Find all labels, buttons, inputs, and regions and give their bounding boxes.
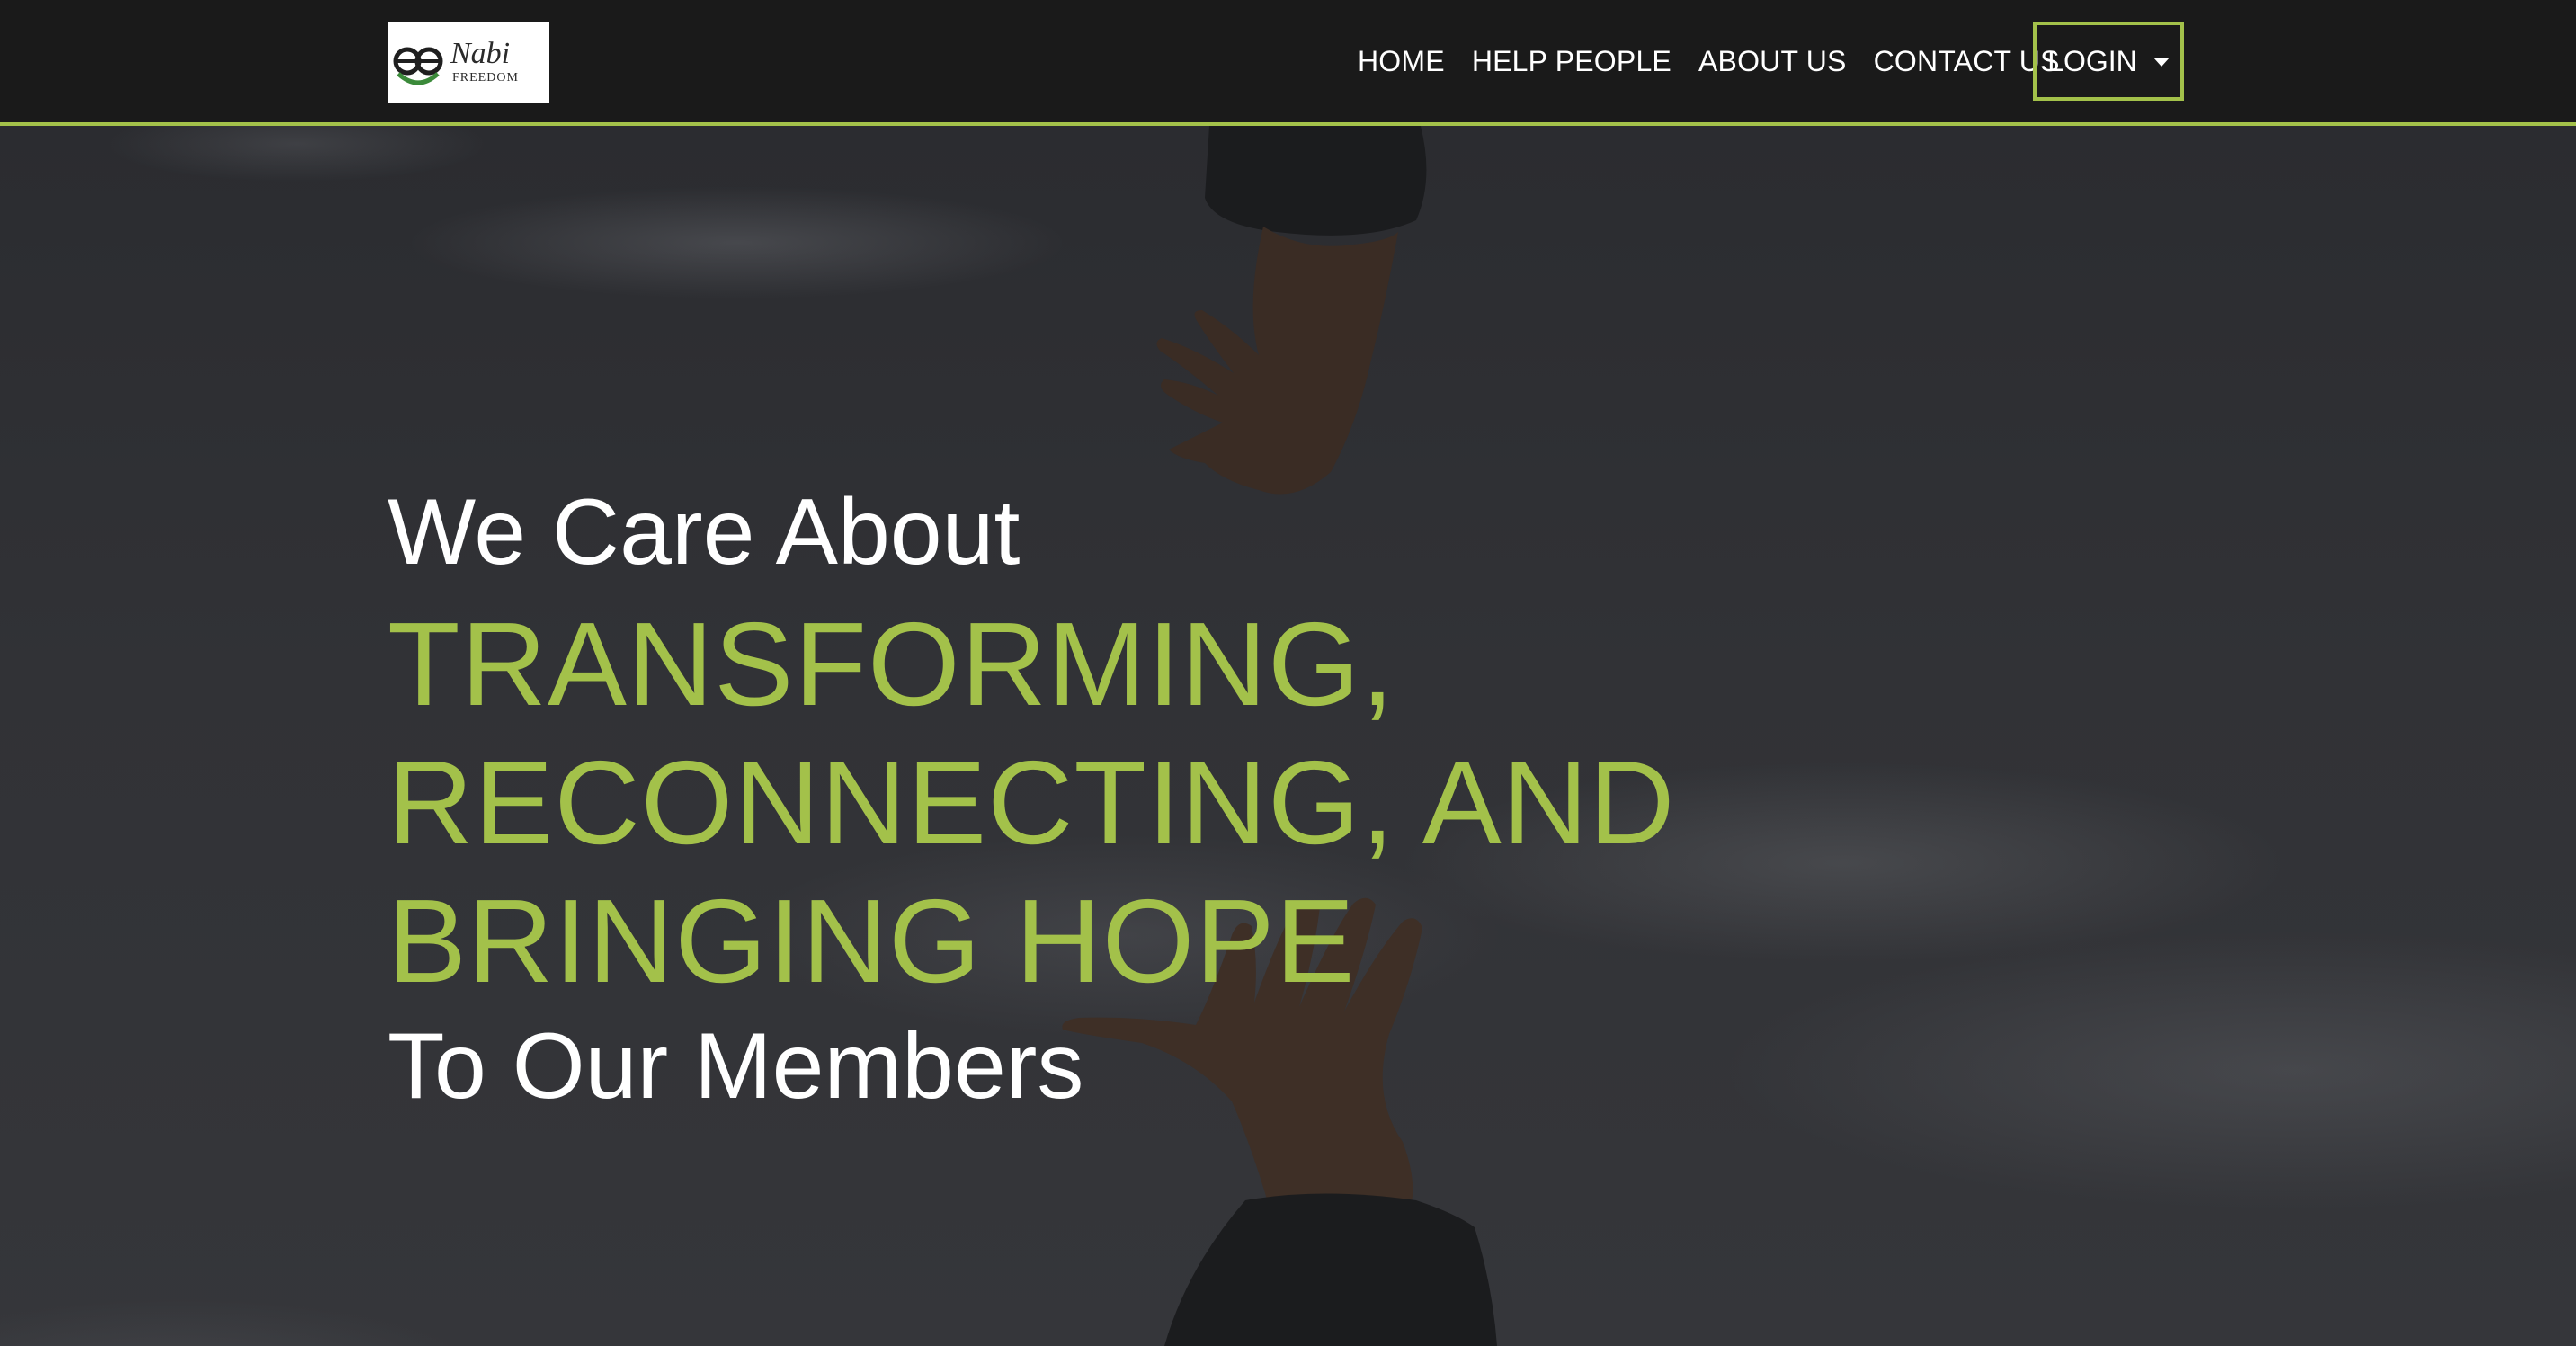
hero-intro-text: We Care About: [388, 480, 1021, 584]
hero-section: We Care About TRANSFORMING, RECONNECTING…: [0, 126, 2576, 1346]
hero-highlight-text: TRANSFORMING, RECONNECTING, AND BRINGING…: [388, 598, 1676, 1007]
main-nav: HOME HELP PEOPLE ABOUT US CONTACT US: [1358, 0, 2087, 122]
nav-about-us[interactable]: ABOUT US: [1698, 45, 1847, 78]
top-navbar: Nabi FREEDOM HOME HELP PEOPLE ABOUT US C…: [0, 0, 2576, 126]
hero-text-block: We Care About TRANSFORMING, RECONNECTING…: [388, 486, 2186, 1113]
nav-home[interactable]: HOME: [1358, 45, 1445, 78]
caret-down-icon: [2153, 58, 2170, 67]
upper-sleeve-shape: [1205, 126, 1427, 236]
logo-tagline: FREEDOM: [452, 71, 519, 85]
upper-hand-shape: [1156, 227, 1398, 495]
nav-contact-us[interactable]: CONTACT US: [1874, 45, 2060, 78]
page: Nabi FREEDOM HOME HELP PEOPLE ABOUT US C…: [0, 0, 2576, 1346]
hero-outro-text: To Our Members: [388, 1014, 1084, 1119]
login-dropdown-button[interactable]: LOGIN: [2033, 22, 2184, 101]
nabi-freedom-logo-icon: Nabi FREEDOM: [393, 37, 519, 85]
nav-help-people[interactable]: HELP PEOPLE: [1472, 45, 1671, 78]
brand-logo[interactable]: Nabi FREEDOM: [388, 22, 549, 103]
logo-wordmark: Nabi: [450, 37, 510, 70]
lower-sleeve-shape: [1164, 1193, 1497, 1346]
login-label: LOGIN: [2047, 44, 2137, 77]
